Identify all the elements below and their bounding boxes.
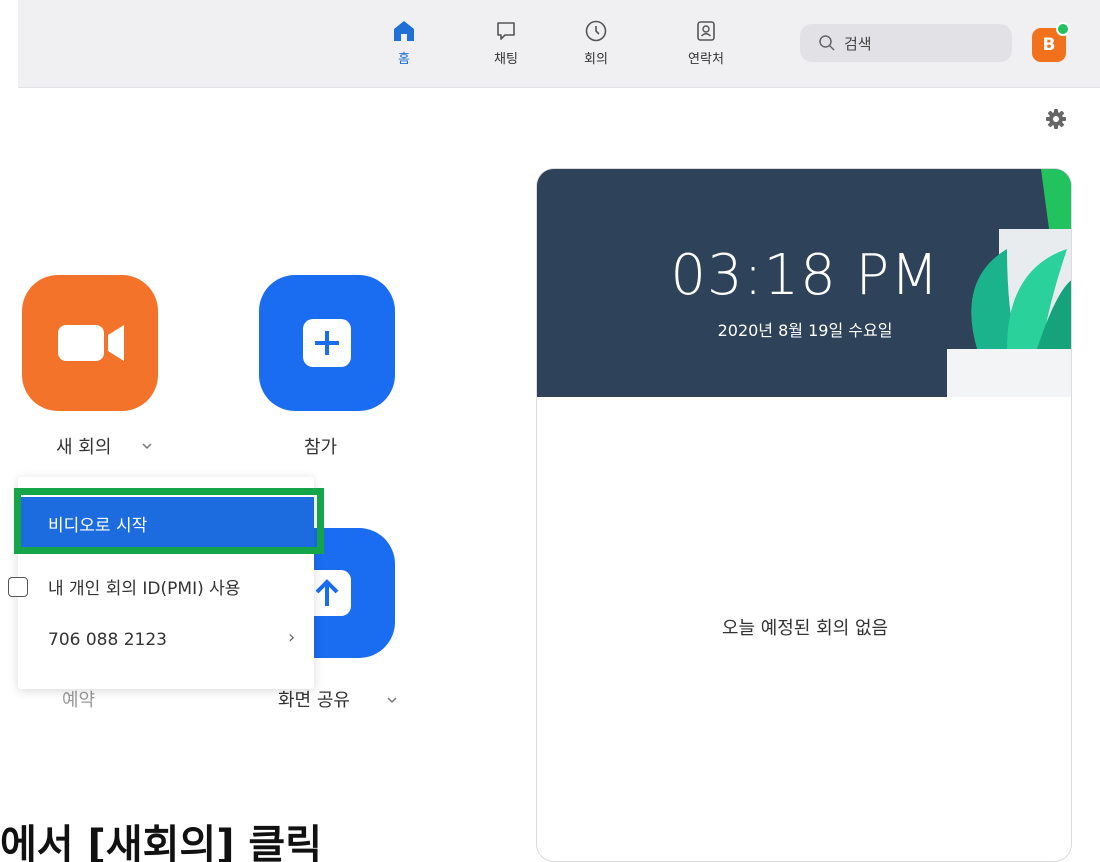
current-time: 03:18 PM <box>670 243 940 308</box>
meeting-card: 03:18 PM 2020년 8월 19일 수요일 오늘 예정된 회의 없음 <box>536 168 1072 862</box>
nav-home[interactable]: 홈 <box>369 18 439 67</box>
nav-contacts[interactable]: 연락처 <box>671 18 741 67</box>
search-input[interactable]: 검색 <box>800 24 1012 62</box>
join-label: 참가 <box>304 437 338 458</box>
search-placeholder: 검색 <box>844 35 872 53</box>
chevron-right-icon: › <box>288 627 296 648</box>
top-bar: 홈 채팅 회의 연락처 검색 B <box>18 0 1100 88</box>
use-pmi-label: 내 개인 회의 ID(PMI) 사용 <box>48 579 241 599</box>
nav-home-label: 홈 <box>398 52 410 67</box>
new-meeting-button[interactable] <box>22 275 158 411</box>
gear-icon[interactable] <box>1045 108 1067 130</box>
pmi-number: 706 088 2123 <box>48 630 167 650</box>
clock-icon <box>585 20 607 42</box>
no-meetings-text: 오늘 예정된 회의 없음 <box>721 618 889 639</box>
video-camera-icon <box>58 325 124 361</box>
nav-chat-label: 채팅 <box>494 52 518 67</box>
home-icon <box>394 21 414 41</box>
menu-item-use-pmi[interactable]: 내 개인 회의 ID(PMI) 사용 <box>8 561 314 611</box>
contacts-icon <box>697 21 715 41</box>
pmi-checkbox[interactable] <box>8 577 28 597</box>
nav-meetings-label: 회의 <box>584 52 608 67</box>
menu-item-pmi-number[interactable]: 706 088 2123 › <box>18 617 314 667</box>
card-header: 03:18 PM 2020년 8월 19일 수요일 <box>537 169 1071 397</box>
new-meeting-label: 새 회의 <box>56 437 112 458</box>
chevron-down-icon[interactable] <box>141 442 153 450</box>
status-dot <box>1056 22 1070 36</box>
join-button[interactable] <box>259 275 395 411</box>
nav-meetings[interactable]: 회의 <box>561 18 631 67</box>
search-icon <box>819 35 835 51</box>
nav-contacts-label: 연락처 <box>688 52 724 67</box>
schedule-label: 예약 <box>62 690 96 711</box>
chat-icon <box>497 22 515 40</box>
share-screen-label: 화면 공유 <box>278 690 350 711</box>
caption: 에서 [새회의] 클릭 <box>0 822 323 862</box>
highlight-box <box>14 488 324 554</box>
plus-icon <box>303 319 351 367</box>
share-chevron-down-icon[interactable] <box>386 696 398 704</box>
current-date: 2020년 8월 19일 수요일 <box>717 321 893 340</box>
nav-chat[interactable]: 채팅 <box>471 18 541 67</box>
